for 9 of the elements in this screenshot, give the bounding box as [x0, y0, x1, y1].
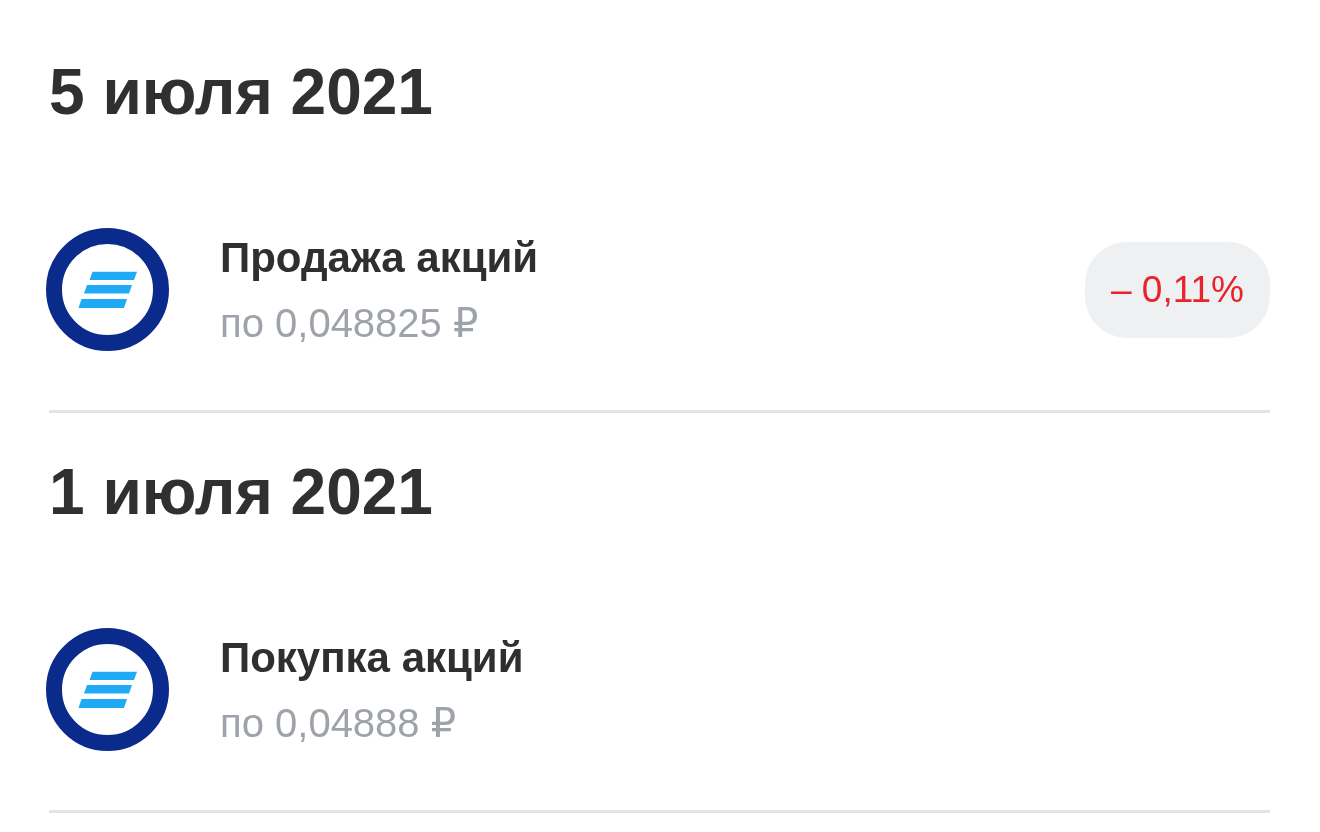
logo-icon [46, 228, 169, 351]
date-heading: 1 июля 2021 [49, 455, 433, 530]
percent-change-badge: – 0,11% [1084, 241, 1270, 338]
price-text: по 0,04888 ₽ [220, 699, 457, 746]
operation-title: Покупка акций [220, 633, 524, 682]
logo-icon [46, 628, 169, 751]
price-text: по 0,048825 ₽ [220, 299, 479, 346]
operation-title: Продажа акций [220, 233, 539, 282]
date-heading: 5 июля 2021 [49, 55, 433, 130]
